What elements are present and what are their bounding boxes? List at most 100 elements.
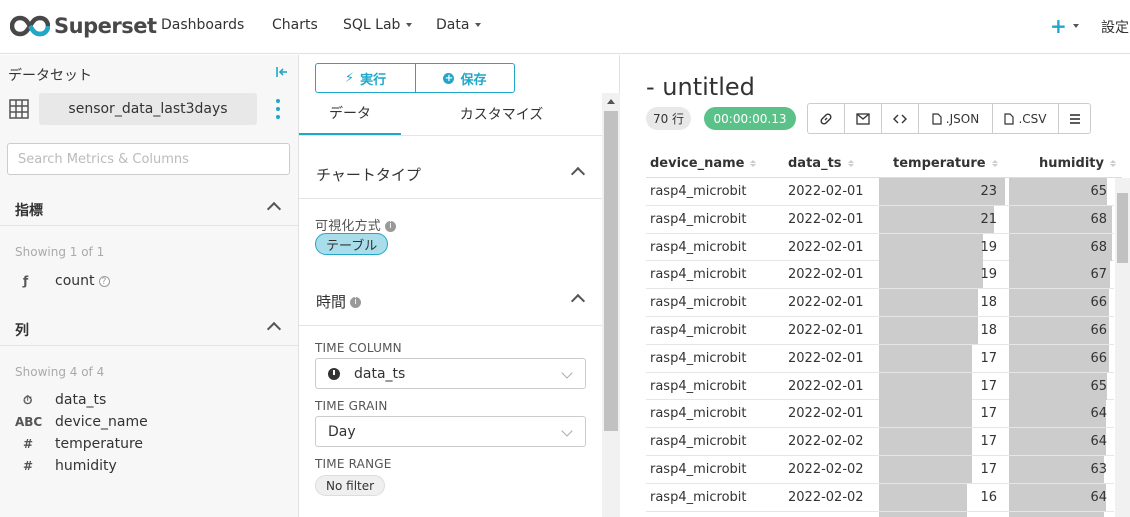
collapse-panel-icon[interactable] bbox=[275, 65, 289, 79]
chart-title[interactable]: - untitled bbox=[646, 73, 755, 101]
cell-humidity: 67 bbox=[1090, 267, 1107, 283]
column-header-device-name[interactable]: device_name bbox=[650, 156, 756, 171]
cell-data-ts: 2022-02-02 bbox=[788, 434, 864, 450]
cell-data-ts: 2022-02-01 bbox=[788, 184, 864, 199]
time-column-label: TIME COLUMN bbox=[315, 341, 402, 355]
export-csv-label: .CSV bbox=[1018, 111, 1047, 126]
share-email-button[interactable] bbox=[845, 104, 882, 133]
plus-icon: + bbox=[1050, 14, 1067, 38]
metric-item[interactable]: ƒ count ? bbox=[15, 271, 110, 291]
sort-icon bbox=[848, 160, 854, 167]
viz-type-label-text: 可視化方式 bbox=[315, 219, 382, 234]
chevron-down-icon bbox=[561, 425, 573, 437]
chart-actions-group: .JSON .CSV bbox=[807, 103, 1091, 134]
column-header-data-ts[interactable]: data_ts bbox=[788, 156, 854, 171]
info-icon: i bbox=[385, 221, 397, 232]
new-item-button[interactable]: + bbox=[1050, 14, 1079, 38]
export-json-button[interactable]: .JSON bbox=[919, 104, 993, 133]
column-item[interactable]: # temperature bbox=[15, 434, 143, 454]
time-grain-label: TIME GRAIN bbox=[315, 399, 388, 413]
copy-link-button[interactable] bbox=[808, 104, 845, 133]
nav-charts[interactable]: Charts bbox=[272, 17, 318, 33]
metrics-count: Showing 1 of 1 bbox=[15, 245, 105, 259]
nav-charts-label: Charts bbox=[272, 17, 318, 33]
cell-device-name: rasp4_microbit bbox=[650, 434, 747, 450]
run-button[interactable]: ⚡ 実行 bbox=[315, 63, 416, 93]
cell-humidity: 64 bbox=[1090, 434, 1107, 450]
table-row: rasp4_microbit 2022-02-01 19 68 bbox=[646, 233, 1114, 262]
export-csv-button[interactable]: .CSV bbox=[993, 104, 1059, 133]
dataset-menu-icon[interactable] bbox=[274, 99, 282, 119]
chart-type-section-header[interactable]: チャートタイプ bbox=[299, 147, 602, 199]
string-type-icon: ABC bbox=[15, 415, 43, 429]
metrics-section-header[interactable]: 指標 bbox=[0, 190, 298, 226]
chevron-up-icon bbox=[266, 201, 282, 217]
viz-type-selector[interactable]: テーブル bbox=[315, 233, 389, 255]
nav-dashboards[interactable]: Dashboards bbox=[161, 17, 244, 33]
table-row: rasp4_microbit 2022-02-01 23 65 bbox=[646, 178, 1114, 206]
cell-humidity: 66 bbox=[1090, 322, 1107, 338]
sort-icon bbox=[1110, 160, 1116, 167]
cell-humidity: 64 bbox=[1090, 489, 1107, 505]
clock-icon bbox=[328, 367, 340, 380]
email-icon bbox=[856, 112, 870, 125]
chevron-down-icon bbox=[406, 23, 413, 27]
cell-temperature: 19 bbox=[980, 267, 997, 283]
column-header-temperature[interactable]: temperature bbox=[893, 156, 998, 171]
scroll-up-icon[interactable] bbox=[607, 99, 615, 104]
cell-data-ts: 2022-02-01 bbox=[788, 350, 864, 366]
column-header-humidity[interactable]: humidity bbox=[1039, 156, 1116, 171]
nav-sql-lab[interactable]: SQL Lab bbox=[343, 17, 413, 33]
cell-temperature: 17 bbox=[980, 378, 997, 394]
dataset-name[interactable]: sensor_data_last3days bbox=[39, 93, 257, 125]
column-item[interactable]: ABC device_name bbox=[15, 412, 148, 432]
more-actions-button[interactable] bbox=[1059, 104, 1090, 133]
cell-humidity: 65 bbox=[1090, 184, 1107, 199]
time-section-title: 時間 i bbox=[316, 291, 362, 312]
save-button-label: 保存 bbox=[460, 72, 487, 88]
chevron-down-icon bbox=[475, 23, 482, 27]
numeric-type-icon: # bbox=[23, 459, 34, 473]
column-item[interactable]: ⏱ data_ts bbox=[15, 390, 106, 410]
time-grain-select[interactable]: Day bbox=[315, 416, 586, 447]
row-count-badge: 70 行 bbox=[646, 107, 691, 130]
brand-name: Superset bbox=[54, 14, 157, 38]
help-icon: ? bbox=[98, 275, 110, 287]
column-header-label: data_ts bbox=[788, 156, 842, 171]
cell-data-ts: 2022-02-01 bbox=[788, 406, 864, 422]
cell-device-name: rasp4_microbit bbox=[650, 406, 747, 422]
scrollbar-thumb[interactable] bbox=[604, 111, 618, 431]
time-section-title-text: 時間 bbox=[316, 293, 347, 311]
tab-customize[interactable]: カスタマイズ bbox=[401, 93, 602, 135]
table-row: rasp4_microbit 2022-02-01 21 68 bbox=[646, 205, 1114, 234]
time-range-filter[interactable]: No filter bbox=[315, 475, 386, 496]
link-icon bbox=[820, 112, 832, 125]
columns-count: Showing 4 of 4 bbox=[15, 365, 105, 379]
query-duration-badge: 00:00:00.13 bbox=[704, 107, 796, 130]
cell-temperature: 17 bbox=[980, 434, 997, 450]
cell-humidity: 63 bbox=[1090, 461, 1107, 477]
file-icon bbox=[1004, 112, 1015, 125]
metric-name: count bbox=[55, 273, 95, 289]
time-section-header[interactable]: 時間 i bbox=[299, 274, 602, 326]
save-button[interactable]: + 保存 bbox=[415, 63, 515, 93]
settings-menu[interactable]: 設定 bbox=[1101, 17, 1129, 37]
cell-temperature: 17 bbox=[980, 350, 997, 366]
embed-code-button[interactable] bbox=[882, 104, 919, 133]
cell-temperature: 21 bbox=[980, 211, 997, 227]
tab-data[interactable]: データ bbox=[299, 93, 401, 135]
search-metrics-columns-input[interactable]: Search Metrics & Columns bbox=[7, 143, 290, 175]
nav-data[interactable]: Data bbox=[436, 17, 482, 33]
columns-section-header[interactable]: 列 bbox=[0, 310, 298, 346]
run-button-label: 実行 bbox=[360, 72, 387, 88]
superset-logo[interactable]: Superset bbox=[10, 12, 157, 40]
table-scrollbar-thumb[interactable] bbox=[1117, 193, 1128, 263]
cell-device-name: rasp4_microbit bbox=[650, 322, 747, 338]
time-column-select[interactable]: data_ts bbox=[315, 358, 586, 389]
cell-device-name: rasp4_microbit bbox=[650, 295, 747, 311]
dataset-table-icon bbox=[9, 99, 29, 119]
humidity-bar bbox=[1009, 511, 1105, 517]
temperature-bar bbox=[879, 511, 967, 517]
column-item[interactable]: # humidity bbox=[15, 456, 117, 476]
chart-type-title: チャートタイプ bbox=[316, 166, 421, 184]
